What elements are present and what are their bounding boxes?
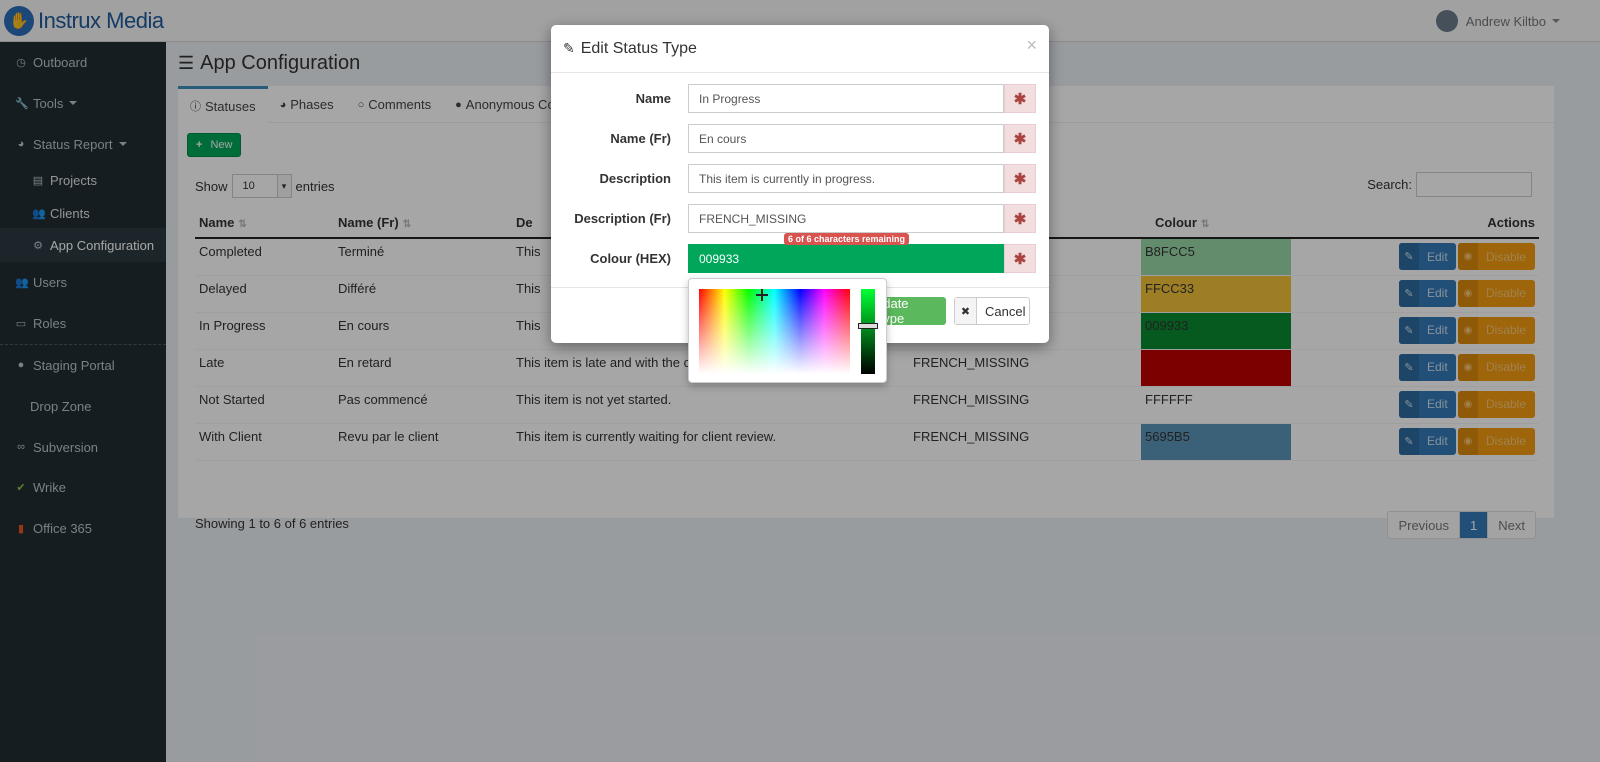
field-label: Name (Fr) [610, 131, 671, 146]
form-row-description-fr: Description (Fr) FRENCH_MISSING ✱ [551, 204, 1049, 234]
field-label: Colour (HEX) [590, 251, 671, 266]
form-row-name: Name In Progress ✱ [551, 84, 1049, 114]
description-field[interactable]: This item is currently in progress. [688, 164, 1004, 193]
hue-slider[interactable] [858, 289, 878, 374]
crosshair-icon[interactable] [756, 289, 768, 301]
form-row-name-fr: Name (Fr) En cours ✱ [551, 124, 1049, 154]
color-picker [688, 278, 887, 383]
field-label: Description [599, 171, 671, 186]
required-asterisk-icon: ✱ [1004, 164, 1036, 193]
required-asterisk-icon: ✱ [1004, 84, 1036, 113]
field-label: Name [635, 91, 671, 106]
name-field[interactable]: In Progress [688, 84, 1004, 113]
required-asterisk-icon: ✱ [1004, 124, 1036, 153]
modal-title: Edit Status Type [580, 39, 697, 57]
required-asterisk-icon: ✱ [1004, 204, 1036, 233]
close-icon[interactable]: × [1026, 35, 1037, 56]
field-label: Description (Fr) [574, 211, 671, 226]
description-fr-field[interactable]: FRENCH_MISSING [688, 204, 1004, 233]
cancel-button-label: Cancel [985, 303, 1026, 319]
colour-hex-field[interactable]: 009933 [688, 244, 1004, 273]
cancel-button[interactable]: ✖ Cancel [954, 297, 1030, 325]
character-counter-badge: 6 of 6 characters remaining [784, 233, 910, 245]
pencil-icon: ✎ [563, 40, 575, 56]
name-fr-field[interactable]: En cours [688, 124, 1004, 153]
form-row-colour: Colour (HEX) 009933 6 of 6 characters re… [551, 233, 1049, 274]
saturation-area[interactable] [699, 289, 850, 374]
close-icon: ✖ [955, 298, 977, 324]
required-asterisk-icon: ✱ [1004, 244, 1036, 273]
slider-handle[interactable] [858, 323, 878, 329]
modal-header: ✎ Edit Status Type × [551, 25, 1049, 73]
form-row-description: Description This item is currently in pr… [551, 164, 1049, 194]
